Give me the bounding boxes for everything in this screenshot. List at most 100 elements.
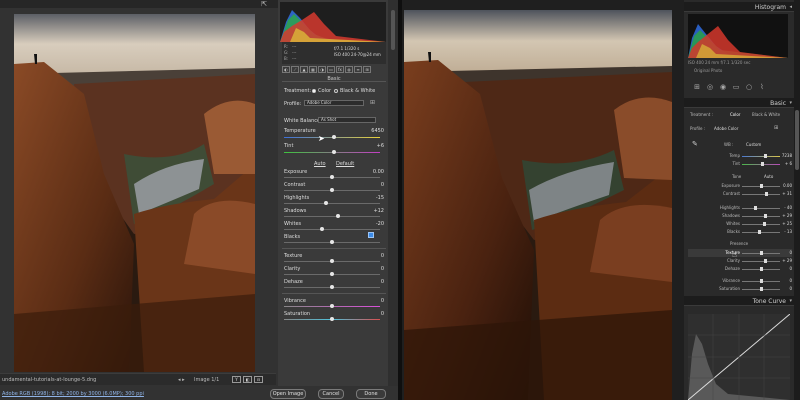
contrast-slider[interactable]	[284, 188, 380, 192]
effects-tab-icon[interactable]: fx	[336, 66, 344, 73]
dehaze-slider[interactable]	[284, 285, 380, 289]
dehaze-slider[interactable]	[742, 267, 780, 271]
radio-unselected-icon	[334, 88, 338, 93]
camera-raw-panel-scrollbar[interactable]	[388, 0, 398, 386]
radial-filter-icon[interactable]: ○	[744, 82, 754, 92]
blacks-slider[interactable]	[742, 230, 780, 234]
camera-raw-panel: R: --- G: --- B: --- f/7.1 1/320 s ISO 4…	[278, 0, 398, 386]
temp-slider[interactable]	[742, 154, 780, 158]
tint-knob[interactable]	[331, 150, 336, 154]
open-image-button[interactable]: Open Image	[270, 389, 306, 399]
temperature-knob[interactable]	[331, 135, 336, 139]
profile-browser-icon[interactable]: ⊞	[370, 99, 375, 106]
vibrance-row: Vibrance 0	[722, 278, 792, 283]
camera-raw-preview-image[interactable]	[14, 14, 255, 372]
exposure-slider[interactable]	[742, 184, 780, 188]
temp-row: Temp 7238	[729, 153, 792, 158]
contrast-slider[interactable]	[742, 192, 780, 196]
calibration-tab-icon[interactable]: ◍	[345, 66, 353, 73]
split-view-button[interactable]: ◧	[243, 376, 252, 383]
exposure-row: Exposure 0.00	[721, 183, 792, 188]
radio-selected-icon	[312, 88, 316, 93]
texture-slider[interactable]	[742, 251, 780, 255]
highlights-slider[interactable]	[742, 206, 780, 210]
whites-slider[interactable]	[284, 227, 380, 231]
whites-slider[interactable]	[742, 222, 780, 226]
camera-raw-footer: Adobe RGB (1998); 8 bit; 2000 by 3000 (6…	[0, 386, 398, 400]
profile-dropdown[interactable]: Adobe Color	[304, 100, 364, 106]
saturation-slider[interactable]	[742, 287, 780, 291]
graduated-filter-icon[interactable]: ▭	[731, 82, 741, 92]
highlights-slider[interactable]	[284, 201, 380, 205]
camera-raw-histogram-info: R: --- G: --- B: --- f/7.1 1/320 s ISO 4…	[282, 42, 386, 64]
temperature-value[interactable]: 6450	[371, 128, 384, 134]
white-balance-dropdown[interactable]: As Shot	[318, 117, 376, 123]
profile-label: Profile:	[284, 101, 302, 107]
blacks-value-field[interactable]	[368, 232, 374, 238]
image-nav-arrows[interactable]: ◂ ▸	[178, 377, 185, 383]
vibrance-slider[interactable]	[284, 304, 380, 308]
treatment-color-radio[interactable]: Color	[312, 88, 331, 94]
vibrance-slider[interactable]	[742, 279, 780, 283]
highlights-row: Highlights - 40	[719, 205, 792, 210]
tint-value[interactable]: +6	[377, 143, 384, 149]
saturation-row: Saturation 0	[284, 311, 384, 317]
done-button[interactable]: Done	[356, 389, 386, 399]
collapse-triangle-icon: ▾	[789, 100, 792, 106]
basic-tab-icon[interactable]: ◐	[282, 66, 290, 73]
auto-link[interactable]: Auto	[314, 161, 326, 167]
spot-removal-icon[interactable]: ◎	[705, 82, 715, 92]
profile-dropdown[interactable]: Adobe Color	[714, 126, 738, 131]
clarity-slider[interactable]	[284, 272, 380, 276]
shadows-slider[interactable]	[284, 214, 380, 218]
texture-slider[interactable]	[284, 259, 380, 263]
tint-slider[interactable]	[742, 162, 780, 166]
canyon-photo	[14, 14, 255, 372]
default-link[interactable]: Default	[336, 161, 354, 167]
temperature-slider[interactable]	[284, 135, 380, 139]
hsl-tab-icon[interactable]: ▦	[309, 66, 317, 73]
treatment-bw-option[interactable]: Black & White	[752, 112, 780, 117]
red-eye-icon[interactable]: ◉	[718, 82, 728, 92]
screen: ⇱ R: --- G: --- B: --- f/7.1 1/320 s ISO…	[0, 0, 800, 400]
tone-auto-button[interactable]: Auto	[764, 174, 773, 179]
profile-browser-icon[interactable]: ⊞	[774, 125, 778, 131]
exif-info: ISO 400 24 mm f/7.1 1/320 sec	[688, 60, 751, 65]
section-divider	[282, 293, 386, 294]
workflow-options-link[interactable]: Adobe RGB (1998); 8 bit; 2000 by 3000 (6…	[2, 391, 144, 397]
treatment-color-option[interactable]: Color	[730, 112, 740, 117]
lightroom-panel-scrollbar[interactable]	[794, 0, 800, 400]
treatment-bw-radio[interactable]: Black & White	[334, 88, 375, 94]
tint-row: Tint + 6	[732, 161, 792, 166]
tone-curve-header[interactable]: Tone Curve ▾	[684, 296, 794, 306]
whites-row: Whites -20	[284, 221, 384, 227]
open-in-photoshop-icon[interactable]: ⇱	[260, 0, 268, 8]
mouse-cursor-icon: ☝	[732, 250, 737, 259]
white-balance-eyedropper-icon[interactable]: ✎	[692, 140, 698, 148]
shadows-slider[interactable]	[742, 214, 780, 218]
cancel-button[interactable]: Cancel	[318, 389, 344, 399]
dehaze-row: Dehaze 0	[724, 266, 792, 271]
tint-slider[interactable]	[284, 150, 380, 154]
toggle-settings-button[interactable]: ⊟	[254, 376, 263, 383]
crop-icon[interactable]: ⊞	[692, 82, 702, 92]
presets-tab-icon[interactable]: ≡	[354, 66, 362, 73]
wb-dropdown[interactable]: Custom	[746, 142, 761, 147]
tone-curve-graph[interactable]	[688, 314, 790, 400]
detail-tab-icon[interactable]: ▲	[300, 66, 308, 73]
clarity-slider[interactable]	[742, 259, 780, 263]
split-toning-tab-icon[interactable]: ◑	[318, 66, 326, 73]
exposure-slider[interactable]	[284, 175, 380, 179]
histogram-header[interactable]: Histogram ◂	[684, 2, 794, 12]
saturation-slider[interactable]	[284, 317, 380, 321]
basic-header[interactable]: Basic ▾	[684, 98, 794, 108]
adjustment-brush-icon[interactable]: ⌇	[757, 82, 767, 92]
vibrance-row: Vibrance 0	[284, 298, 384, 304]
lightroom-preview-image[interactable]	[404, 10, 672, 400]
snapshots-tab-icon[interactable]: ⊞	[363, 66, 371, 73]
tone-curve-tab-icon[interactable]: ⟋	[291, 66, 299, 73]
original-photo-label[interactable]: Original Photo	[694, 68, 722, 73]
lens-tab-icon[interactable]: ▭	[327, 66, 335, 73]
before-after-button[interactable]: Y	[232, 376, 241, 383]
blacks-slider[interactable]	[284, 240, 380, 244]
